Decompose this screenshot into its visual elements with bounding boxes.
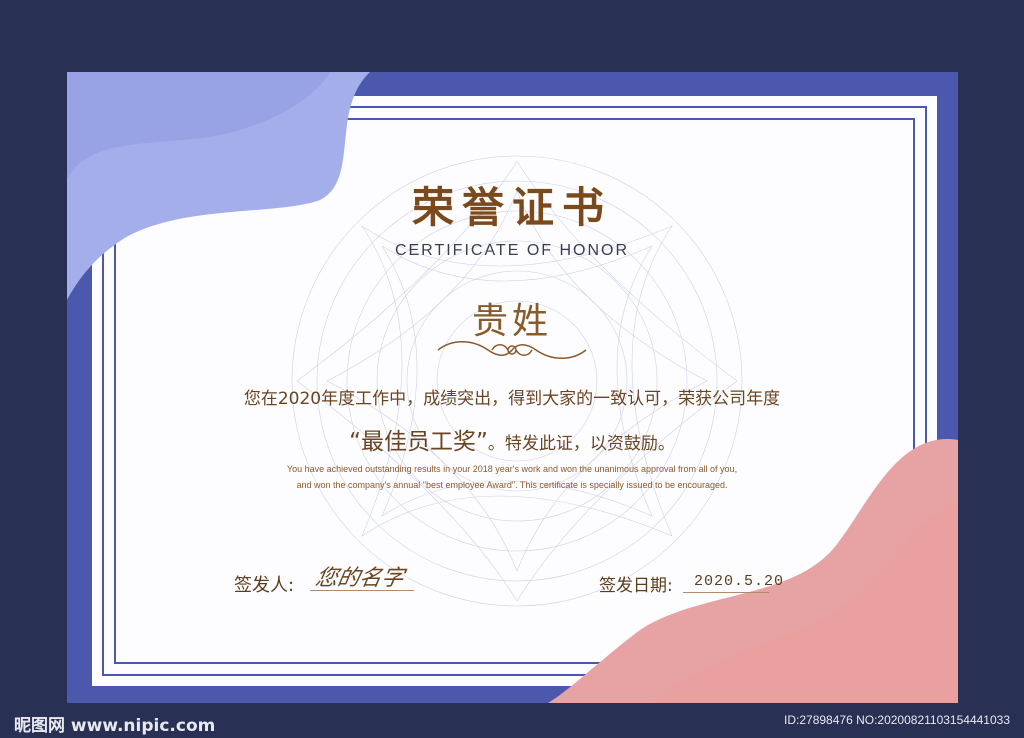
signer-label: 签发人: [234,575,295,596]
english-text-line-2: and won the company's annual "best emplo… [296,480,728,490]
signer-signature: 您的名字 [313,566,406,591]
award-suffix: 。特发此证，以资鼓励。 [487,434,675,454]
issue-date-label: 签发日期: [599,576,673,596]
certificate-body-text: 您在2020年度工作中，成绩突出，得到大家的一致认可，荣获公司年度 [243,389,781,409]
ornament-icon [437,341,587,359]
certificate-title: 荣誉证书 [411,183,612,232]
date-underline [683,592,769,593]
signature-underline [310,590,414,591]
english-text-line-1: You have achieved outstanding results in… [286,464,738,474]
watermark-id: ID:27898476 NO:20200821103154441033 [784,713,1010,727]
certificate-subtitle: CERTIFICATE OF HONOR [394,242,630,259]
watermark-site: 昵图网 www.nipic.com [14,716,216,736]
decorative-waves [67,72,958,703]
award-line: “最佳员工奖”。特发此证，以资鼓励。 [0,422,1024,456]
issue-date-value: 2020.5.20 [694,573,785,590]
award-name: “最佳员工奖” [349,429,488,455]
